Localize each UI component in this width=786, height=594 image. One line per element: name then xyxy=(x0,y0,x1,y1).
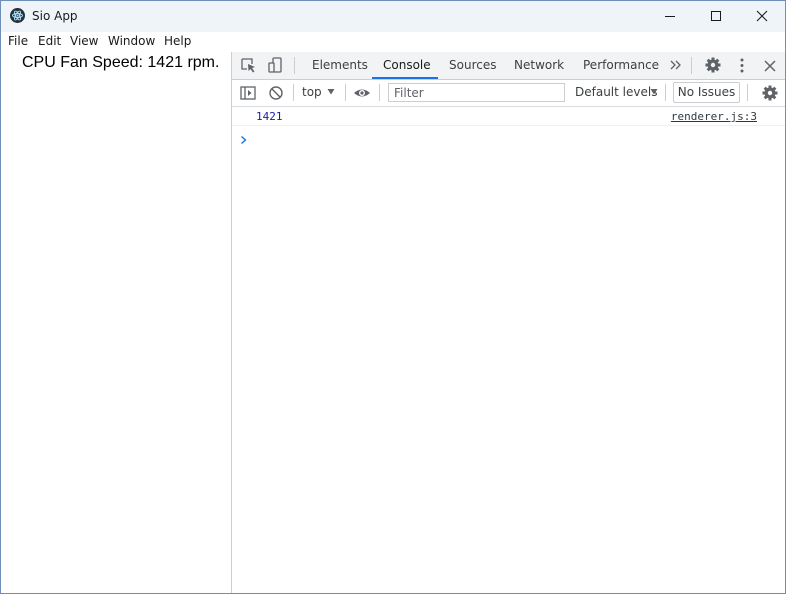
devtools-close-button[interactable] xyxy=(760,56,780,76)
log-levels-select[interactable]: Default levels xyxy=(575,85,657,99)
tab-sources[interactable]: Sources xyxy=(449,52,496,79)
maximize-icon xyxy=(711,11,721,21)
devtools-panel: Elements Console Sources Network Perform… xyxy=(232,52,785,593)
prompt-chevron-icon xyxy=(241,135,247,145)
console-message: 1421 renderer.js:3 xyxy=(232,107,785,126)
eye-icon xyxy=(354,89,370,97)
console-settings-button[interactable] xyxy=(760,83,780,103)
devtools-main-toolbar: Elements Console Sources Network Perform… xyxy=(232,52,785,80)
toolbar-divider xyxy=(691,57,692,74)
console-message-source-link[interactable]: renderer.js:3 xyxy=(671,110,757,123)
devtools-close-icon xyxy=(764,60,776,72)
toolbar-divider xyxy=(345,84,346,101)
console-settings-icon xyxy=(762,85,778,101)
console-message-value[interactable]: 1421 xyxy=(256,110,283,123)
settings-button[interactable] xyxy=(703,55,723,75)
app-window: Sio App File Edit View Window Help CPU F… xyxy=(0,0,786,594)
device-toolbar-button[interactable] xyxy=(265,56,285,76)
console-sidebar-toggle[interactable] xyxy=(238,83,258,103)
js-context-select[interactable]: top xyxy=(302,85,322,99)
live-expression-button[interactable] xyxy=(352,83,372,103)
toolbar-divider xyxy=(747,84,748,101)
inspect-element-icon xyxy=(241,58,255,73)
window-title: Sio App xyxy=(32,9,78,23)
fan-speed-text: CPU Fan Speed: 1421 rpm. xyxy=(22,54,220,71)
menu-bar: File Edit View Window Help xyxy=(1,32,785,52)
inspect-element-button[interactable] xyxy=(239,56,259,76)
console-prompt[interactable] xyxy=(240,130,248,149)
more-tabs-icon xyxy=(670,60,681,70)
toolbar-divider xyxy=(294,57,295,74)
minimize-button[interactable] xyxy=(647,1,693,32)
tab-performance[interactable]: Performance xyxy=(583,52,659,79)
filter-box xyxy=(388,83,565,102)
device-toolbar-icon xyxy=(268,57,282,73)
filter-input[interactable] xyxy=(389,84,564,101)
menu-edit[interactable]: Edit xyxy=(38,34,61,48)
more-tabs-button[interactable] xyxy=(666,56,686,76)
toolbar-divider xyxy=(665,84,666,101)
tab-elements[interactable]: Elements xyxy=(312,52,368,79)
devtools-menu-button[interactable] xyxy=(732,56,752,76)
close-icon xyxy=(756,10,768,22)
dropdown-arrow-icon xyxy=(327,89,335,95)
menu-help[interactable]: Help xyxy=(164,34,191,48)
close-button[interactable] xyxy=(739,1,785,32)
sidebar-toggle-icon xyxy=(240,86,256,100)
settings-icon xyxy=(705,57,721,73)
active-tab-indicator xyxy=(372,77,438,79)
title-bar[interactable]: Sio App xyxy=(1,1,785,32)
menu-view[interactable]: View xyxy=(70,34,98,48)
tab-console[interactable]: Console xyxy=(383,52,431,79)
maximize-button[interactable] xyxy=(693,1,739,32)
menu-window[interactable]: Window xyxy=(108,34,155,48)
dropdown-arrow-icon xyxy=(650,89,658,95)
minimize-icon xyxy=(665,16,675,17)
page-content: CPU Fan Speed: 1421 rpm. xyxy=(1,52,231,593)
toolbar-divider xyxy=(379,84,380,101)
menu-file[interactable]: File xyxy=(8,34,28,48)
app-icon xyxy=(10,8,25,23)
toolbar-divider xyxy=(293,84,294,101)
kebab-menu-icon xyxy=(740,58,744,73)
clear-console-icon xyxy=(269,86,283,100)
console-toolbar: top Default levels No Issues xyxy=(232,80,785,107)
clear-console-button[interactable] xyxy=(266,83,286,103)
tab-network[interactable]: Network xyxy=(514,52,564,79)
issues-button[interactable]: No Issues xyxy=(673,82,740,103)
